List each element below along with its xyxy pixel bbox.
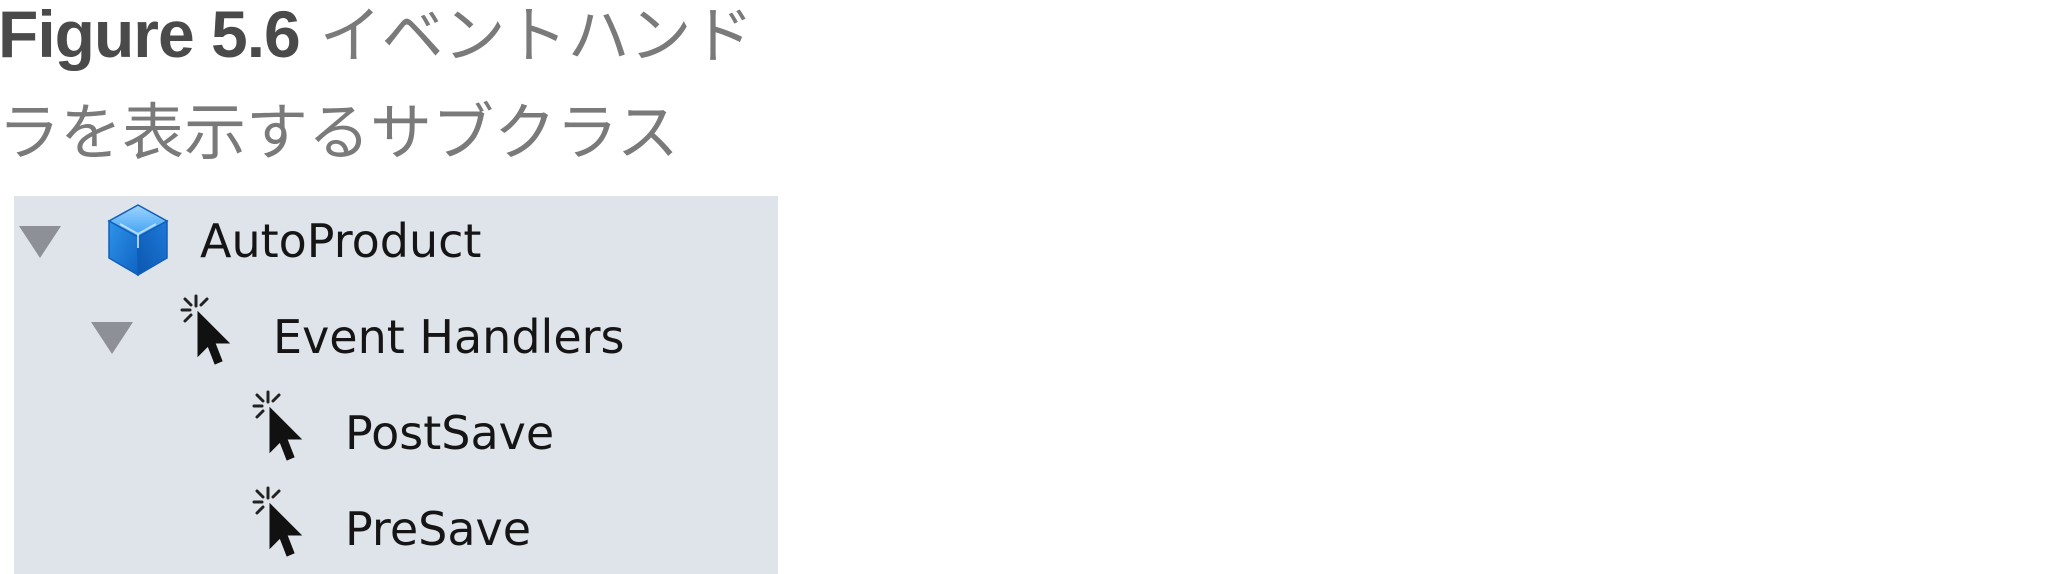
- tree-item-postsave[interactable]: PostSave: [345, 388, 554, 478]
- tree-item-label: PostSave: [345, 406, 555, 460]
- tree-item-label: Event Handlers: [273, 310, 625, 364]
- figure-label: Figure 5.6: [0, 0, 301, 71]
- tree-item-label: PreSave: [345, 502, 532, 556]
- cube-icon: [106, 202, 170, 278]
- tree-item-event-handlers[interactable]: Event Handlers: [273, 292, 625, 382]
- tree-item-autoproduct[interactable]: AutoProduct: [200, 196, 481, 286]
- cursor-click-icon: [180, 294, 236, 372]
- outline-tree-panel: AutoProduct Event Handlers PostSave PreS…: [14, 196, 778, 574]
- cursor-click-icon: [252, 486, 308, 564]
- tree-item-label: AutoProduct: [200, 214, 482, 268]
- cursor-click-icon: [252, 390, 308, 468]
- tree-item-presave[interactable]: PreSave: [345, 484, 531, 574]
- figure-caption: Figure 5.6 イベントハンドラを表示するサブクラス: [0, 0, 798, 181]
- disclosure-triangle-expanded-icon[interactable]: [91, 322, 133, 354]
- disclosure-triangle-expanded-icon[interactable]: [19, 226, 61, 258]
